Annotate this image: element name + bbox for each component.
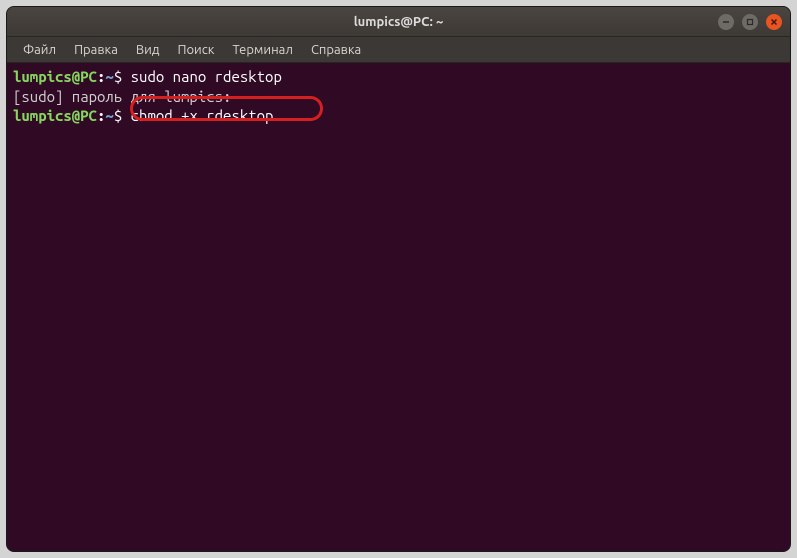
- menu-file[interactable]: Файл: [15, 39, 64, 61]
- titlebar: lumpics@PC: ~: [7, 7, 790, 37]
- prompt-user: lumpics@PC: [13, 107, 97, 124]
- menubar: Файл Правка Вид Поиск Терминал Справка: [7, 37, 790, 63]
- close-icon: [770, 18, 778, 26]
- menu-edit[interactable]: Правка: [66, 39, 126, 61]
- menu-view[interactable]: Вид: [128, 39, 168, 61]
- minimize-icon: [722, 18, 730, 26]
- terminal-line: lumpics@PC:~$ chmod +x rdesktop: [13, 106, 784, 126]
- prompt-path: ~: [105, 68, 113, 85]
- command-text: sudo nano rdesktop: [131, 68, 282, 85]
- command-text: chmod +x rdesktop: [131, 107, 274, 124]
- terminal-line: [sudo] пароль для lumpics:: [13, 87, 784, 107]
- prompt-user: lumpics@PC: [13, 68, 97, 85]
- maximize-icon: [746, 18, 754, 26]
- sudo-prompt: [sudo] пароль для lumpics:: [13, 88, 231, 105]
- menu-search[interactable]: Поиск: [169, 39, 222, 61]
- terminal-window: lumpics@PC: ~ Файл Правка Вид Поиск Терм…: [6, 6, 791, 552]
- menu-terminal[interactable]: Терминал: [224, 39, 300, 61]
- maximize-button[interactable]: [742, 14, 758, 30]
- prompt-dollar: $: [114, 68, 131, 85]
- prompt-path: ~: [105, 107, 113, 124]
- window-title: lumpics@PC: ~: [354, 15, 444, 29]
- prompt-dollar: $: [114, 107, 131, 124]
- window-controls: [718, 14, 782, 30]
- close-button[interactable]: [766, 14, 782, 30]
- menu-help[interactable]: Справка: [303, 39, 369, 61]
- terminal-line: lumpics@PC:~$ sudo nano rdesktop: [13, 67, 784, 87]
- minimize-button[interactable]: [718, 14, 734, 30]
- terminal-body[interactable]: lumpics@PC:~$ sudo nano rdesktop [sudo] …: [7, 63, 790, 551]
